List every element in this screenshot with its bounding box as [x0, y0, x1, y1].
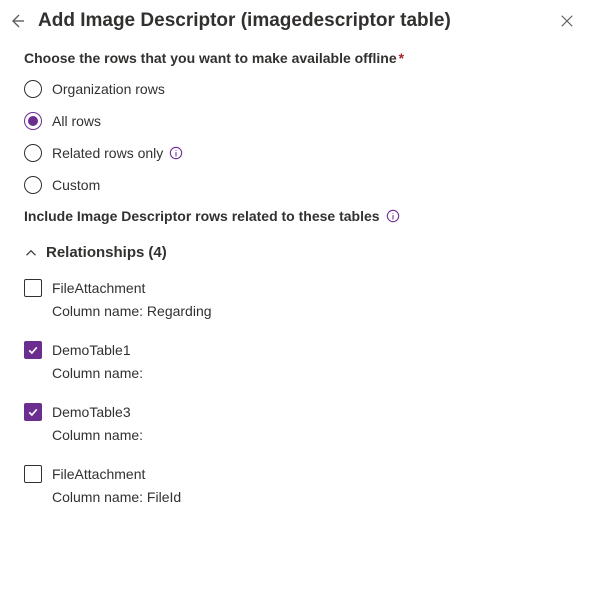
relationship-row: DemoTable3 — [24, 403, 568, 421]
relationships-toggle[interactable]: Relationships (4) — [24, 244, 568, 261]
radio-option[interactable]: Custom — [24, 176, 568, 194]
relationship-column-label: Column name: — [52, 427, 568, 443]
radio-circle-icon — [24, 80, 42, 98]
relationship-column-label: Column name: — [52, 365, 568, 381]
back-arrow-icon[interactable] — [8, 12, 26, 30]
relationship-checkbox[interactable] — [24, 465, 42, 483]
relationship-table-label: FileAttachment — [52, 466, 145, 482]
radio-option[interactable]: Organization rows — [24, 80, 568, 98]
radio-circle-icon — [24, 144, 42, 162]
relationship-table-label: DemoTable3 — [52, 404, 131, 420]
prompt-label: Choose the rows that you want to make av… — [24, 50, 568, 66]
radio-circle-icon — [24, 176, 42, 194]
radio-option[interactable]: Related rows only — [24, 144, 568, 162]
relationship-column-label: Column name: FileId — [52, 489, 568, 505]
include-subheading: Include Image Descriptor rows related to… — [24, 208, 568, 224]
relationship-checkbox[interactable] — [24, 403, 42, 421]
relationship-item: DemoTable3 Column name: — [24, 403, 568, 443]
info-icon[interactable] — [169, 146, 183, 160]
relationship-row: FileAttachment — [24, 465, 568, 483]
dialog-header: Add Image Descriptor (imagedescriptor ta… — [0, 0, 592, 38]
radio-option[interactable]: All rows — [24, 112, 568, 130]
prompt-text: Choose the rows that you want to make av… — [24, 50, 397, 66]
relationship-item: FileAttachment Column name: FileId — [24, 465, 568, 505]
radio-label: Related rows only — [52, 145, 163, 161]
radio-label: Organization rows — [52, 81, 165, 97]
relationships-title: Relationships — [46, 244, 144, 261]
relationship-table-label: DemoTable1 — [52, 342, 131, 358]
relationship-table-label: FileAttachment — [52, 280, 145, 296]
relationships-list: FileAttachment Column name: Regarding Demo… — [24, 279, 568, 505]
relationship-checkbox[interactable] — [24, 279, 42, 297]
rows-radio-group: Organization rows All rows Related rows on… — [24, 80, 568, 194]
required-asterisk: * — [399, 50, 404, 66]
info-icon[interactable] — [386, 209, 400, 223]
relationship-item: FileAttachment Column name: Regarding — [24, 279, 568, 319]
chevron-up-icon — [24, 246, 38, 260]
radio-label: All rows — [52, 113, 101, 129]
relationship-row: FileAttachment — [24, 279, 568, 297]
relationship-item: DemoTable1 Column name: — [24, 341, 568, 381]
radio-label: Custom — [52, 177, 100, 193]
include-subheading-text: Include Image Descriptor rows related to… — [24, 208, 380, 224]
close-icon[interactable] — [558, 12, 576, 30]
relationship-row: DemoTable1 — [24, 341, 568, 359]
relationship-checkbox[interactable] — [24, 341, 42, 359]
relationships-count: (4) — [148, 244, 166, 261]
radio-circle-icon — [24, 112, 42, 130]
dialog-title: Add Image Descriptor (imagedescriptor ta… — [38, 10, 558, 32]
dialog-content: Choose the rows that you want to make av… — [0, 38, 592, 505]
relationship-column-label: Column name: Regarding — [52, 303, 568, 319]
